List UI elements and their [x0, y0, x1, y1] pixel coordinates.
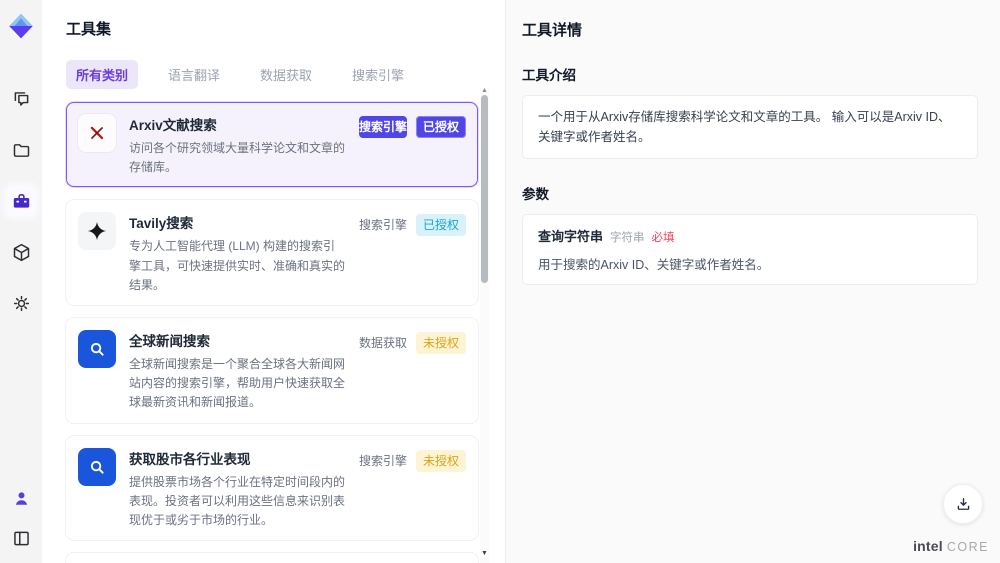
category-badge: 搜索引擎 — [358, 116, 407, 138]
search-icon-tile — [78, 447, 116, 486]
tool-title: Arxiv文献搜索 — [129, 118, 217, 133]
tool-card-list: Arxiv文献搜索 访问各个研究领域大量科学论文和文章的存储库。 搜索引擎 已授… — [66, 102, 478, 563]
download-button[interactable] — [943, 484, 983, 524]
search-icon — [90, 342, 104, 356]
tool-title: Tavily搜索 — [129, 216, 194, 232]
sidebar-item-collapse[interactable] — [6, 523, 36, 553]
user-icon — [15, 491, 27, 505]
brand-core-text: core — [946, 540, 989, 554]
param-header: 查询字符串 字符串 必填 — [538, 226, 962, 245]
star-icon — [87, 222, 107, 241]
sidebar-item-user[interactable] — [6, 483, 36, 513]
tool-card-1[interactable]: Tavily搜索 专为人工智能代理 (LLM) 构建的搜索引擎工具，可快速提供实… — [66, 200, 478, 305]
tab-2[interactable]: 数据获取 — [250, 60, 322, 89]
sidebar-rail — [0, 0, 42, 563]
tool-description: 全球新闻搜索是一个聚合全球各大新闻网站内容的搜索引擎，帮助用户快速获取全球最新资… — [129, 356, 346, 410]
app-logo — [7, 12, 35, 40]
details-title: 工具详情 — [522, 22, 583, 39]
status-badge: 未授权 — [415, 331, 466, 354]
tool-badges: 数据获取 未授权 — [359, 328, 466, 413]
tool-card-body: Arxiv文献搜索 访问各个研究领域大量科学论文和文章的存储库。 — [129, 112, 346, 177]
arxiv-icon-tile — [78, 114, 116, 152]
app-window: 工具集 所有类别 语言翻译 数据获取 搜索引擎 Arxiv文献搜索 访问各个研究领域大… — [0, 0, 1000, 563]
tool-card-2[interactable]: 全球新闻搜索 全球新闻搜索是一个聚合全球各大新闻网站内容的搜索引擎，帮助用户快速… — [66, 317, 478, 423]
download-icon — [957, 497, 969, 510]
tool-description: 专为人工智能代理 (LLM) 构建的搜索引擎工具，可快速提供实时、准确和真实的结… — [129, 239, 346, 292]
tool-card-0[interactable]: Arxiv文献搜索 访问各个研究领域大量科学论文和文章的存储库。 搜索引擎 已授… — [66, 102, 478, 188]
sidebar-item-files[interactable] — [6, 135, 36, 165]
tool-title: 全球新闻搜索 — [129, 333, 210, 349]
tool-badges: 搜索引擎 未授权 — [359, 446, 466, 531]
tool-details-panel: 工具详情 工具介绍 一个用于从Arxiv存储库搜索科学论文和文章的工具。 输入可… — [505, 0, 1000, 563]
tool-card-body: Tavily搜索 专为人工智能代理 (LLM) 构建的搜索引擎工具，可快速提供实… — [129, 210, 346, 295]
page-title: 工具集 — [66, 21, 112, 38]
scrollbar-down-arrow-icon[interactable]: ▼ — [480, 550, 489, 557]
category-badge: 搜索引擎 — [358, 218, 407, 233]
scrollbar-track[interactable]: ▲ ▼ — [480, 87, 489, 563]
param-description: 用于搜索的Arxiv ID、关键字或作者姓名。 — [538, 258, 770, 272]
tool-card-3[interactable]: 获取股市各行业表现 提供股票市场各个行业在特定时间段内的表现。投资者可以利用这些… — [66, 435, 478, 541]
search-icon — [90, 460, 104, 474]
intro-heading: 工具介绍 — [522, 68, 576, 83]
tab-1[interactable]: 语言翻译 — [158, 60, 230, 89]
sidebar-item-settings[interactable] — [6, 288, 36, 318]
param-required-badge: 必填 — [651, 232, 675, 244]
tab-0[interactable]: 所有类别 — [66, 60, 139, 89]
tools-panel: 工具集 所有类别 语言翻译 数据获取 搜索引擎 Arxiv文献搜索 访问各个研究领域大… — [42, 0, 505, 563]
params-heading: 参数 — [522, 187, 549, 202]
status-badge: 已授权 — [415, 214, 466, 237]
arxiv-icon — [90, 126, 104, 140]
sidebar-bottom — [6, 483, 36, 553]
tool-card-4[interactable]: 获取市场最活跃股票信息 提供当天交易量最高的股票列表。投资者可以利用这些信息来识… — [66, 553, 478, 563]
brand-intel-text: intel — [913, 538, 943, 554]
param-box: 查询字符串 字符串 必填 用于搜索的Arxiv ID、关键字或作者姓名。 — [522, 214, 978, 285]
category-badge: 数据获取 — [358, 335, 407, 350]
toolbox-icon — [13, 193, 29, 208]
cube-icon — [13, 243, 29, 261]
scrollbar-up-arrow-icon[interactable]: ▲ — [480, 87, 489, 94]
tool-badges: 搜索引擎 已授权 — [358, 112, 466, 177]
sidebar-nav — [6, 84, 36, 318]
intro-box: 一个用于从Arxiv存储库搜索科学论文和文章的工具。 输入可以是Arxiv ID… — [522, 95, 978, 159]
category-tabs: 所有类别 语言翻译 数据获取 搜索引擎 — [66, 60, 478, 89]
sidebar-item-chat[interactable] — [6, 84, 36, 114]
sidebar-item-packages[interactable] — [6, 237, 36, 267]
diamond-logo-icon — [9, 13, 33, 39]
category-badge: 搜索引擎 — [358, 453, 407, 468]
status-badge: 未授权 — [415, 449, 466, 472]
tool-badges: 搜索引擎 已授权 — [359, 210, 466, 295]
gear-icon — [13, 295, 29, 311]
star-icon-tile — [78, 212, 116, 251]
tool-description: 访问各个研究领域大量科学论文和文章的存储库。 — [129, 141, 346, 175]
intel-core-logo: intel core — [913, 538, 989, 554]
tool-card-body: 获取股市各行业表现 提供股票市场各个行业在特定时间段内的表现。投资者可以利用这些… — [129, 446, 346, 531]
folder-icon — [13, 143, 29, 157]
panel-toggle-icon — [13, 531, 29, 545]
tab-3[interactable]: 搜索引擎 — [342, 60, 414, 89]
tool-title: 获取股市各行业表现 — [129, 451, 251, 467]
param-name: 查询字符串 — [538, 229, 604, 244]
scrollbar-thumb[interactable] — [481, 95, 488, 283]
tool-description: 提供股票市场各个行业在特定时间段内的表现。投资者可以利用这些信息来识别表现优于或… — [129, 474, 346, 527]
chat-icon — [14, 91, 28, 106]
status-badge: 已授权 — [415, 116, 466, 138]
param-type: 字符串 — [610, 232, 645, 244]
intro-text: 一个用于从Arxiv存储库搜索科学论文和文章的工具。 输入可以是Arxiv ID… — [538, 110, 951, 144]
tool-card-body: 全球新闻搜索 全球新闻搜索是一个聚合全球各大新闻网站内容的搜索引擎，帮助用户快速… — [129, 328, 346, 413]
search-icon-tile — [78, 329, 116, 368]
sidebar-item-tools[interactable] — [6, 186, 36, 216]
